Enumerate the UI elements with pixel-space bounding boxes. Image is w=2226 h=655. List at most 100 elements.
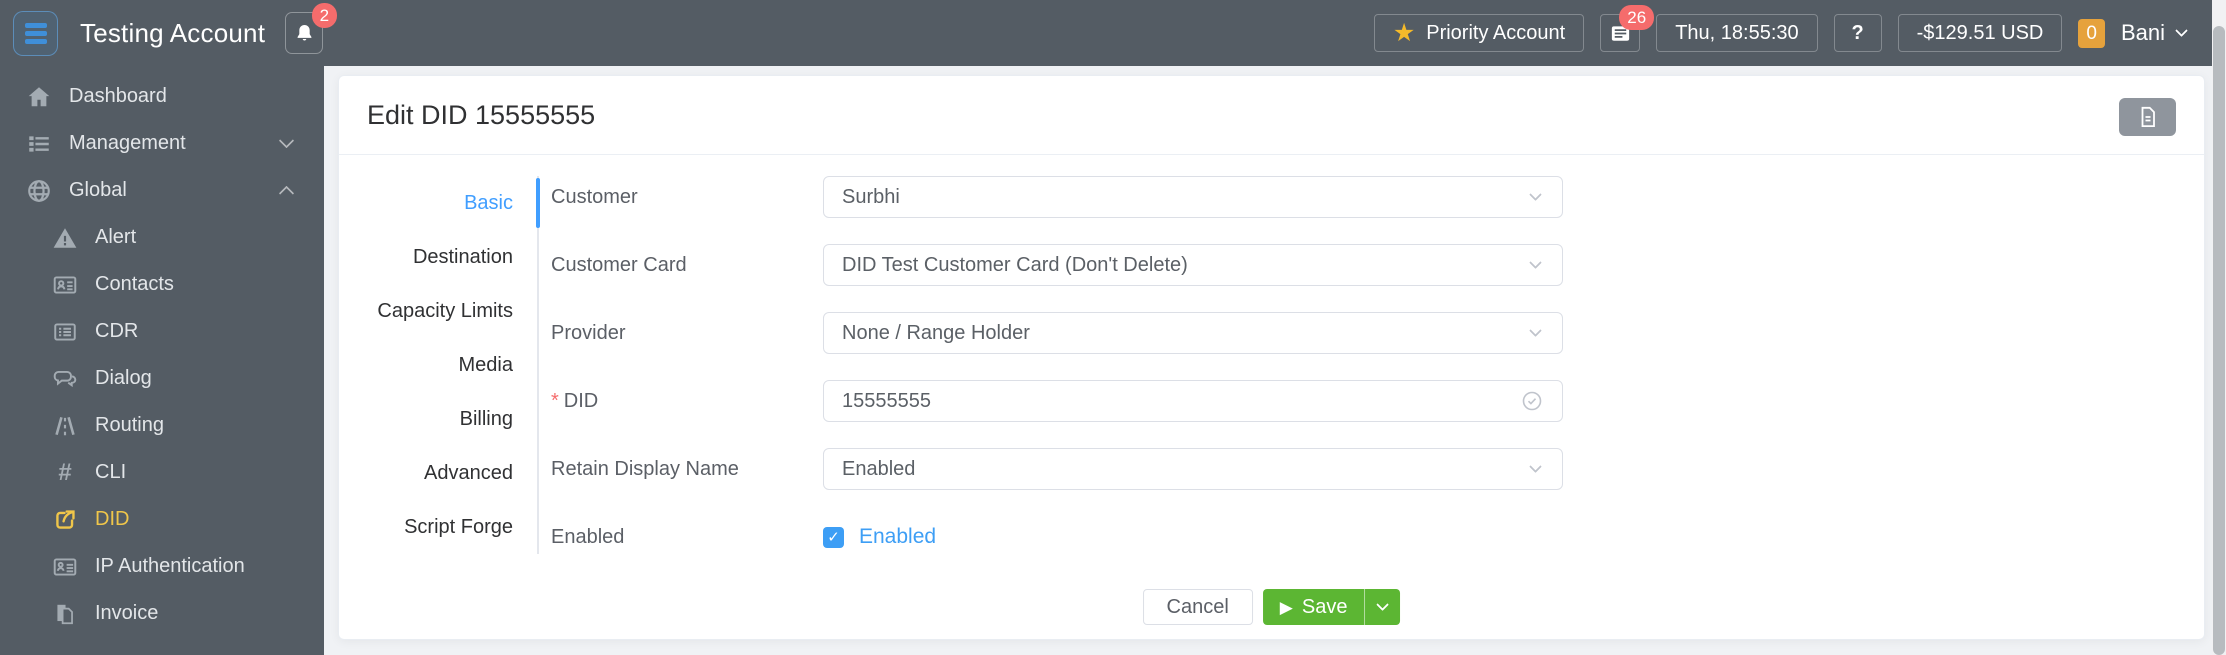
checkbox-box[interactable]: ✓ (823, 526, 844, 548)
sidebar-item-label: Management (69, 132, 186, 154)
card-body: Basic Destination Capacity Limits Media Bill… (339, 155, 2204, 640)
form-row-provider: Provider None / Range Holder (551, 312, 1571, 354)
clock-display[interactable]: Thu, 18:55:30 (1656, 14, 1818, 52)
sidebar-item-ip-authentication[interactable]: IP Authentication (0, 543, 324, 590)
form-row-customer-card: Customer Card DID Test Customer Card (Don… (551, 244, 1571, 286)
save-options-button[interactable] (1364, 589, 1400, 625)
input-did[interactable]: 15555555 (823, 380, 1563, 422)
tab-destination[interactable]: Destination (339, 230, 537, 284)
sidebar-item-cdr[interactable]: CDR (0, 308, 324, 355)
sidebar-item-management[interactable]: Management (0, 120, 324, 167)
form-row-retain-display-name: Retain Display Name Enabled (551, 448, 1571, 490)
file-text-icon (2141, 106, 2155, 127)
form-actions: Cancel ▶ Save (1142, 589, 1401, 625)
tab-script-forge[interactable]: Script Forge (339, 500, 537, 554)
vertical-tabs: Basic Destination Capacity Limits Media Bill… (339, 176, 540, 554)
sidebar-item-label: DID (95, 508, 130, 530)
vertical-scrollbar[interactable] (2212, 0, 2226, 655)
field-label: Customer (551, 185, 638, 208)
required-asterisk: * (551, 389, 559, 412)
messages-badge: 26 (1619, 5, 1655, 30)
sidebar-item-label: IP Authentication (95, 555, 245, 577)
document-button[interactable] (2119, 98, 2176, 136)
checkbox-enabled[interactable]: ✓ Enabled (823, 525, 936, 549)
select-value: Enabled (842, 457, 916, 480)
sidebar-item-label: Dialog (95, 367, 152, 389)
hash-icon: # (58, 458, 72, 486)
chevron-down-icon (1529, 323, 1542, 337)
tab-basic[interactable]: Basic (339, 176, 540, 230)
sidebar-item-dialog[interactable]: Dialog (0, 355, 324, 402)
sidebar-item-alert[interactable]: Alert (0, 214, 324, 261)
select-customer[interactable]: Surbhi (823, 176, 1563, 218)
select-provider[interactable]: None / Range Holder (823, 312, 1563, 354)
scrollbar-thumb[interactable] (2213, 26, 2225, 655)
page-title: Edit DID 15555555 (367, 99, 596, 130)
save-label: Save (1301, 595, 1348, 618)
edit-did-card: Edit DID 15555555 Basic Destination Capaci… (338, 75, 2205, 640)
select-value: DID Test Customer Card (Don't Delete) (842, 253, 1188, 276)
sidebar-item-label: Routing (95, 414, 164, 436)
sidebar-item-global[interactable]: Global (0, 167, 324, 214)
sidebar-item-label: Dashboard (69, 85, 167, 107)
invoice-icon (51, 600, 79, 628)
sidebar-item-cli[interactable]: # CLI (0, 449, 324, 496)
form-row-enabled: Enabled ✓ Enabled (551, 516, 1571, 558)
tab-media[interactable]: Media (339, 338, 537, 392)
help-button[interactable]: ? (1833, 14, 1882, 52)
sidebar-item-label: Contacts (95, 273, 174, 295)
user-menu[interactable]: Bani (2120, 20, 2188, 46)
bell-icon (297, 24, 312, 41)
tab-billing[interactable]: Billing (339, 392, 537, 446)
chevron-up-icon (278, 185, 295, 202)
app-window: Testing Account 2 ★ Priority Account 26 (0, 0, 2226, 655)
cdr-icon (51, 318, 79, 346)
alert-icon (51, 224, 79, 252)
dialog-icon (51, 365, 79, 393)
question-mark-icon: ? (1851, 21, 1864, 44)
field-label: Provider (551, 321, 626, 344)
balance-display[interactable]: -$129.51 USD (1897, 14, 2063, 52)
chevron-down-icon (1529, 459, 1542, 473)
user-name: Bani (2120, 20, 2165, 45)
main-content: Edit DID 15555555 Basic Destination Capaci… (324, 66, 2212, 655)
save-button[interactable]: ▶ Save (1263, 589, 1365, 625)
sidebar-item-contacts[interactable]: Contacts (0, 261, 324, 308)
notifications-badge: 2 (311, 3, 338, 28)
counter-badge[interactable]: 0 (2078, 18, 2105, 48)
contacts-icon (51, 271, 79, 299)
select-customer-card[interactable]: DID Test Customer Card (Don't Delete) (823, 244, 1563, 286)
sidebar-item-label: CDR (95, 320, 139, 342)
cancel-button[interactable]: Cancel (1142, 589, 1253, 625)
select-value: None / Range Holder (842, 321, 1030, 344)
checkbox-label: Enabled (859, 525, 937, 548)
sidebar-item-label: Global (69, 179, 127, 201)
account-name: Testing Account (80, 17, 266, 48)
input-value: 15555555 (842, 389, 931, 412)
sidebar-item-dashboard[interactable]: Dashboard (0, 73, 324, 120)
tab-advanced[interactable]: Advanced (339, 446, 537, 500)
share-icon (51, 506, 79, 534)
select-retain-display-name[interactable]: Enabled (823, 448, 1563, 490)
top-header: Testing Account 2 ★ Priority Account 26 (0, 0, 2212, 66)
priority-account-badge[interactable]: ★ Priority Account (1373, 14, 1585, 52)
tab-capacity-limits[interactable]: Capacity Limits (339, 284, 537, 338)
list-icon (25, 130, 53, 158)
sidebar-item-label: CLI (95, 461, 127, 483)
field-label: * DID (551, 389, 599, 412)
form-row-customer: Customer Surbhi (551, 176, 1571, 218)
messages-button[interactable]: 26 (1600, 5, 1655, 52)
home-icon (25, 83, 53, 111)
notifications-button[interactable]: 2 (285, 3, 338, 54)
chevron-down-icon (2175, 23, 2188, 37)
sidebar-item-routing[interactable]: Routing (0, 402, 324, 449)
globe-icon (25, 177, 53, 205)
edit-did-form: Customer Surbhi Customer Card DID Test Cust… (551, 176, 1571, 584)
menu-toggle-button[interactable] (13, 10, 58, 56)
balance-text: -$129.51 USD (1916, 21, 2044, 44)
sidebar-item-invoice[interactable]: Invoice (0, 590, 324, 637)
select-value: Surbhi (842, 185, 900, 208)
sidebar-item-label: Invoice (95, 602, 159, 624)
sidebar-item-did[interactable]: DID (0, 496, 324, 543)
field-label: Retain Display Name (551, 457, 739, 480)
